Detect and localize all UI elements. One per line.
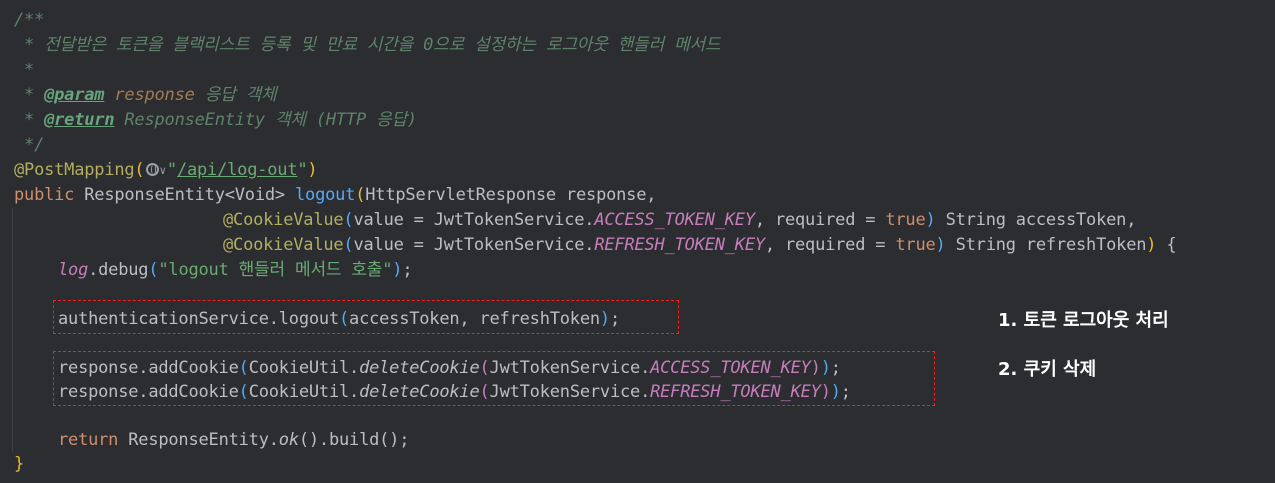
doc-comment-param: * @param response 응답 객체 — [14, 85, 277, 105]
log-debug-line: log.debug("logout 핸들러 메서드 호출"); — [58, 260, 413, 280]
indent-guide — [12, 208, 13, 452]
cookie-param-refresh: @CookieValue(value = JwtTokenService.REF… — [223, 235, 1177, 255]
cookie-param-access: @CookieValue(value = JwtTokenService.ACC… — [223, 210, 1137, 230]
closing-brace: } — [14, 454, 25, 474]
api-path-link[interactable]: /api/log-out — [177, 160, 298, 180]
doc-comment-close: */ — [14, 135, 45, 155]
highlight-box-delete-cookie — [53, 351, 935, 406]
doc-comment-open: /** — [14, 10, 45, 30]
chevron-down-icon[interactable]: ∨ — [159, 164, 166, 177]
globe-icon[interactable] — [146, 163, 160, 176]
method-name: logout — [295, 185, 356, 205]
doc-return-tag: @return — [44, 110, 115, 130]
annotation-note-token-logout: 1. 토큰 로그아웃 처리 — [998, 310, 1169, 331]
highlight-box-logout — [53, 300, 679, 334]
doc-comment-return: * @return ResponseEntity 객체 (HTTP 응답) — [14, 110, 417, 130]
code-editor[interactable]: /** * 전달받은 토큰을 블랙리스트 등록 및 만료 시간을 0으로 설정하… — [0, 0, 1275, 483]
post-mapping-line: @PostMapping(∨"/api/log-out") — [14, 160, 318, 180]
doc-comment-blank: * — [14, 60, 35, 80]
annotation-note-delete-cookie: 2. 쿠키 삭제 — [998, 359, 1097, 380]
method-signature-line: public ResponseEntity<Void> logout(HttpS… — [14, 185, 657, 205]
doc-param-tag: @param — [44, 85, 105, 105]
return-line: return ResponseEntity.ok().build(); — [58, 430, 410, 450]
doc-comment-description: * 전달받은 토큰을 블랙리스트 등록 및 만료 시간을 0으로 설정하는 로그… — [14, 35, 721, 55]
